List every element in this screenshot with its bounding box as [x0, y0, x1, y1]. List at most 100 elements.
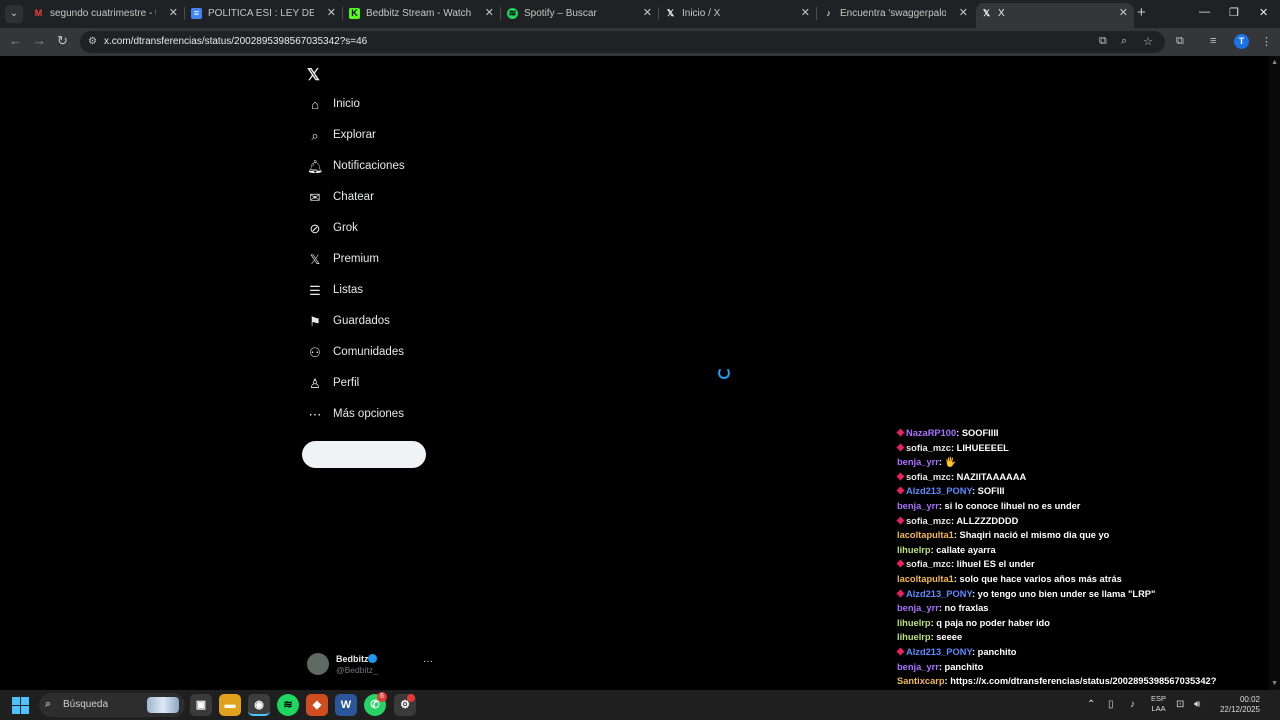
- search-icon: ⌕: [311, 128, 319, 143]
- tab-kick[interactable]: K Bedbitz Stream - Watch Live on ✕: [344, 3, 500, 25]
- chat-username[interactable]: lihuelrp: [897, 618, 931, 628]
- chat-username[interactable]: Santixcarp: [897, 676, 945, 686]
- chat-username[interactable]: sofia_mzc: [906, 516, 951, 526]
- chat-username[interactable]: benja_yrr: [897, 662, 939, 672]
- tab-gmail[interactable]: M segundo cuatrimestre - tiziano ✕: [28, 3, 184, 25]
- tab-search-button[interactable]: ⌄: [5, 5, 23, 23]
- chat-username[interactable]: sofia_mzc: [906, 443, 951, 453]
- media-icon[interactable]: ≡: [1210, 35, 1216, 47]
- x-logo-icon[interactable]: 𝕏: [307, 65, 320, 85]
- usb-icon[interactable]: ▯: [1108, 699, 1114, 710]
- scrollbar[interactable]: ▲ ▼: [1269, 56, 1280, 690]
- scroll-up-icon[interactable]: ▲: [1271, 59, 1278, 66]
- windows-start-icon[interactable]: [12, 697, 29, 714]
- chat-username[interactable]: benja_yrr: [897, 501, 939, 511]
- chat-username[interactable]: Alzd213_PONY: [906, 589, 972, 599]
- close-icon[interactable]: ✕: [485, 6, 494, 19]
- install-icon[interactable]: ⧉: [1099, 35, 1107, 48]
- account-switcher[interactable]: Bedbitz @Bedbitz_ ···: [307, 652, 437, 676]
- nav-label: Guardados: [333, 315, 390, 327]
- chat-username[interactable]: lacoltapulta1: [897, 574, 954, 584]
- tab-title: X: [998, 8, 1005, 19]
- chat-username[interactable]: lacoltapulta1: [897, 530, 954, 540]
- clock[interactable]: 00:02 22/12/2025: [1210, 695, 1260, 715]
- chat-text: no fraxlas: [944, 603, 989, 614]
- chat-username[interactable]: sofia_mzc: [906, 472, 951, 482]
- chat-username[interactable]: sofia_mzc: [906, 559, 951, 569]
- bell-icon: 🔔︎: [307, 159, 324, 174]
- close-icon[interactable]: ✕: [643, 6, 652, 19]
- subscriber-badge-icon: [896, 486, 905, 495]
- chat-message: benja_yrr: no fraxlas: [897, 603, 989, 614]
- taskbar-search[interactable]: ⌕ Búsqueda: [39, 693, 185, 717]
- chat-text: ALLZZZDDDD: [956, 515, 1019, 526]
- chat-text: seeee: [936, 632, 963, 643]
- tab-spotify[interactable]: ≋ Spotify – Buscar ✕: [502, 3, 658, 25]
- search-label: Búsqueda: [63, 699, 109, 710]
- tab-tiktok[interactable]: ♪ Encuentra 'swaggerpalooza' en ✕: [818, 3, 974, 25]
- forward-icon[interactable]: →: [33, 34, 46, 48]
- volume-icon[interactable]: 🔊︎: [1194, 699, 1200, 710]
- profile-avatar[interactable]: T: [1234, 34, 1249, 49]
- tab-x-home[interactable]: 𝕏 Inicio / X ✕: [660, 3, 816, 25]
- browser-toolbar: ← → ↻ ⚙ x.com/dtransferencias/status/200…: [0, 28, 1280, 56]
- word-icon[interactable]: W: [335, 694, 357, 716]
- subscriber-badge-icon: [896, 428, 905, 437]
- chrome-icon[interactable]: ◉: [248, 694, 270, 716]
- chat-username[interactable]: NazaRP100: [906, 428, 956, 438]
- new-tab-button[interactable]: +: [1137, 5, 1146, 21]
- tab-title: Spotify – Buscar: [524, 8, 597, 19]
- bookmark-icon: ⚑: [309, 314, 321, 329]
- nav-label: Inicio: [333, 98, 360, 110]
- chat-username[interactable]: lihuelrp: [897, 632, 931, 642]
- account-name: Bedbitz: [336, 654, 369, 664]
- tab-title: POLÍTICA ESI : LEY DE CUPO Y: [208, 8, 314, 19]
- scroll-down-icon[interactable]: ▼: [1271, 680, 1278, 687]
- menu-icon[interactable]: ⋮: [1261, 35, 1272, 48]
- more-icon[interactable]: ···: [423, 656, 433, 667]
- minimize-icon[interactable]: —: [1199, 6, 1210, 18]
- reload-icon[interactable]: ↻: [57, 34, 68, 48]
- post-button[interactable]: [302, 441, 426, 468]
- chat-username[interactable]: lihuelrp: [897, 545, 931, 555]
- chat-username[interactable]: Alzd213_PONY: [906, 486, 972, 496]
- back-icon[interactable]: ←: [9, 34, 22, 48]
- close-icon[interactable]: ✕: [959, 6, 968, 19]
- chat-message: benja_yrr: panchito: [897, 661, 984, 672]
- close-window-icon[interactable]: ✕: [1259, 6, 1268, 19]
- subscriber-badge-icon: [896, 443, 905, 452]
- restore-icon[interactable]: ❐: [1229, 6, 1239, 19]
- chat-text: LIHUEEEEL: [956, 442, 1009, 453]
- tab-x-active[interactable]: 𝕏 X ✕: [976, 3, 1134, 28]
- network-icon[interactable]: ⊡: [1176, 699, 1184, 710]
- chat-text: panchito: [944, 661, 984, 672]
- site-info-icon[interactable]: ⚙: [88, 36, 97, 47]
- chat-text: si lo conoce lihuel no es under: [944, 500, 1081, 511]
- game-app-icon[interactable]: ◆: [306, 694, 328, 716]
- spotify-icon[interactable]: ≋: [277, 694, 299, 716]
- zoom-icon[interactable]: ⌕: [1121, 35, 1127, 48]
- chat-text: yo tengo uno bien under se llama "LRP": [977, 588, 1156, 599]
- tab-divider: [816, 7, 817, 20]
- extensions-icon[interactable]: ⧉: [1176, 35, 1184, 48]
- chat-text: https://x.com/dtransferencias/status/200…: [950, 676, 1217, 687]
- chat-message: Alzd213_PONY: SOFIII: [896, 484, 1267, 499]
- microphone-icon[interactable]: ♪: [1130, 699, 1135, 710]
- store-icon[interactable]: ▣: [190, 694, 212, 716]
- chat-username[interactable]: Alzd213_PONY: [906, 647, 972, 657]
- close-icon[interactable]: ✕: [801, 6, 810, 19]
- close-icon[interactable]: ✕: [327, 6, 336, 19]
- avatar: [307, 653, 329, 675]
- tab-docs[interactable]: ≡ POLÍTICA ESI : LEY DE CUPO Y ✕: [186, 3, 342, 25]
- close-icon[interactable]: ✕: [169, 6, 178, 19]
- chat-username[interactable]: benja_yrr: [897, 457, 939, 467]
- file-explorer-icon[interactable]: ▬: [219, 694, 241, 716]
- chevron-up-icon[interactable]: ⌃: [1087, 699, 1095, 710]
- chat-text: 🖐: [944, 457, 957, 468]
- chat-username[interactable]: benja_yrr: [897, 603, 939, 613]
- language-indicator[interactable]: ESP LAA: [1151, 694, 1166, 714]
- close-icon[interactable]: ✕: [1119, 6, 1128, 19]
- bookmark-star-icon[interactable]: ☆: [1143, 35, 1153, 48]
- address-bar[interactable]: ⚙ x.com/dtransferencias/status/200289539…: [80, 31, 1165, 53]
- url-text[interactable]: x.com/dtransferencias/status/20028953985…: [104, 36, 367, 47]
